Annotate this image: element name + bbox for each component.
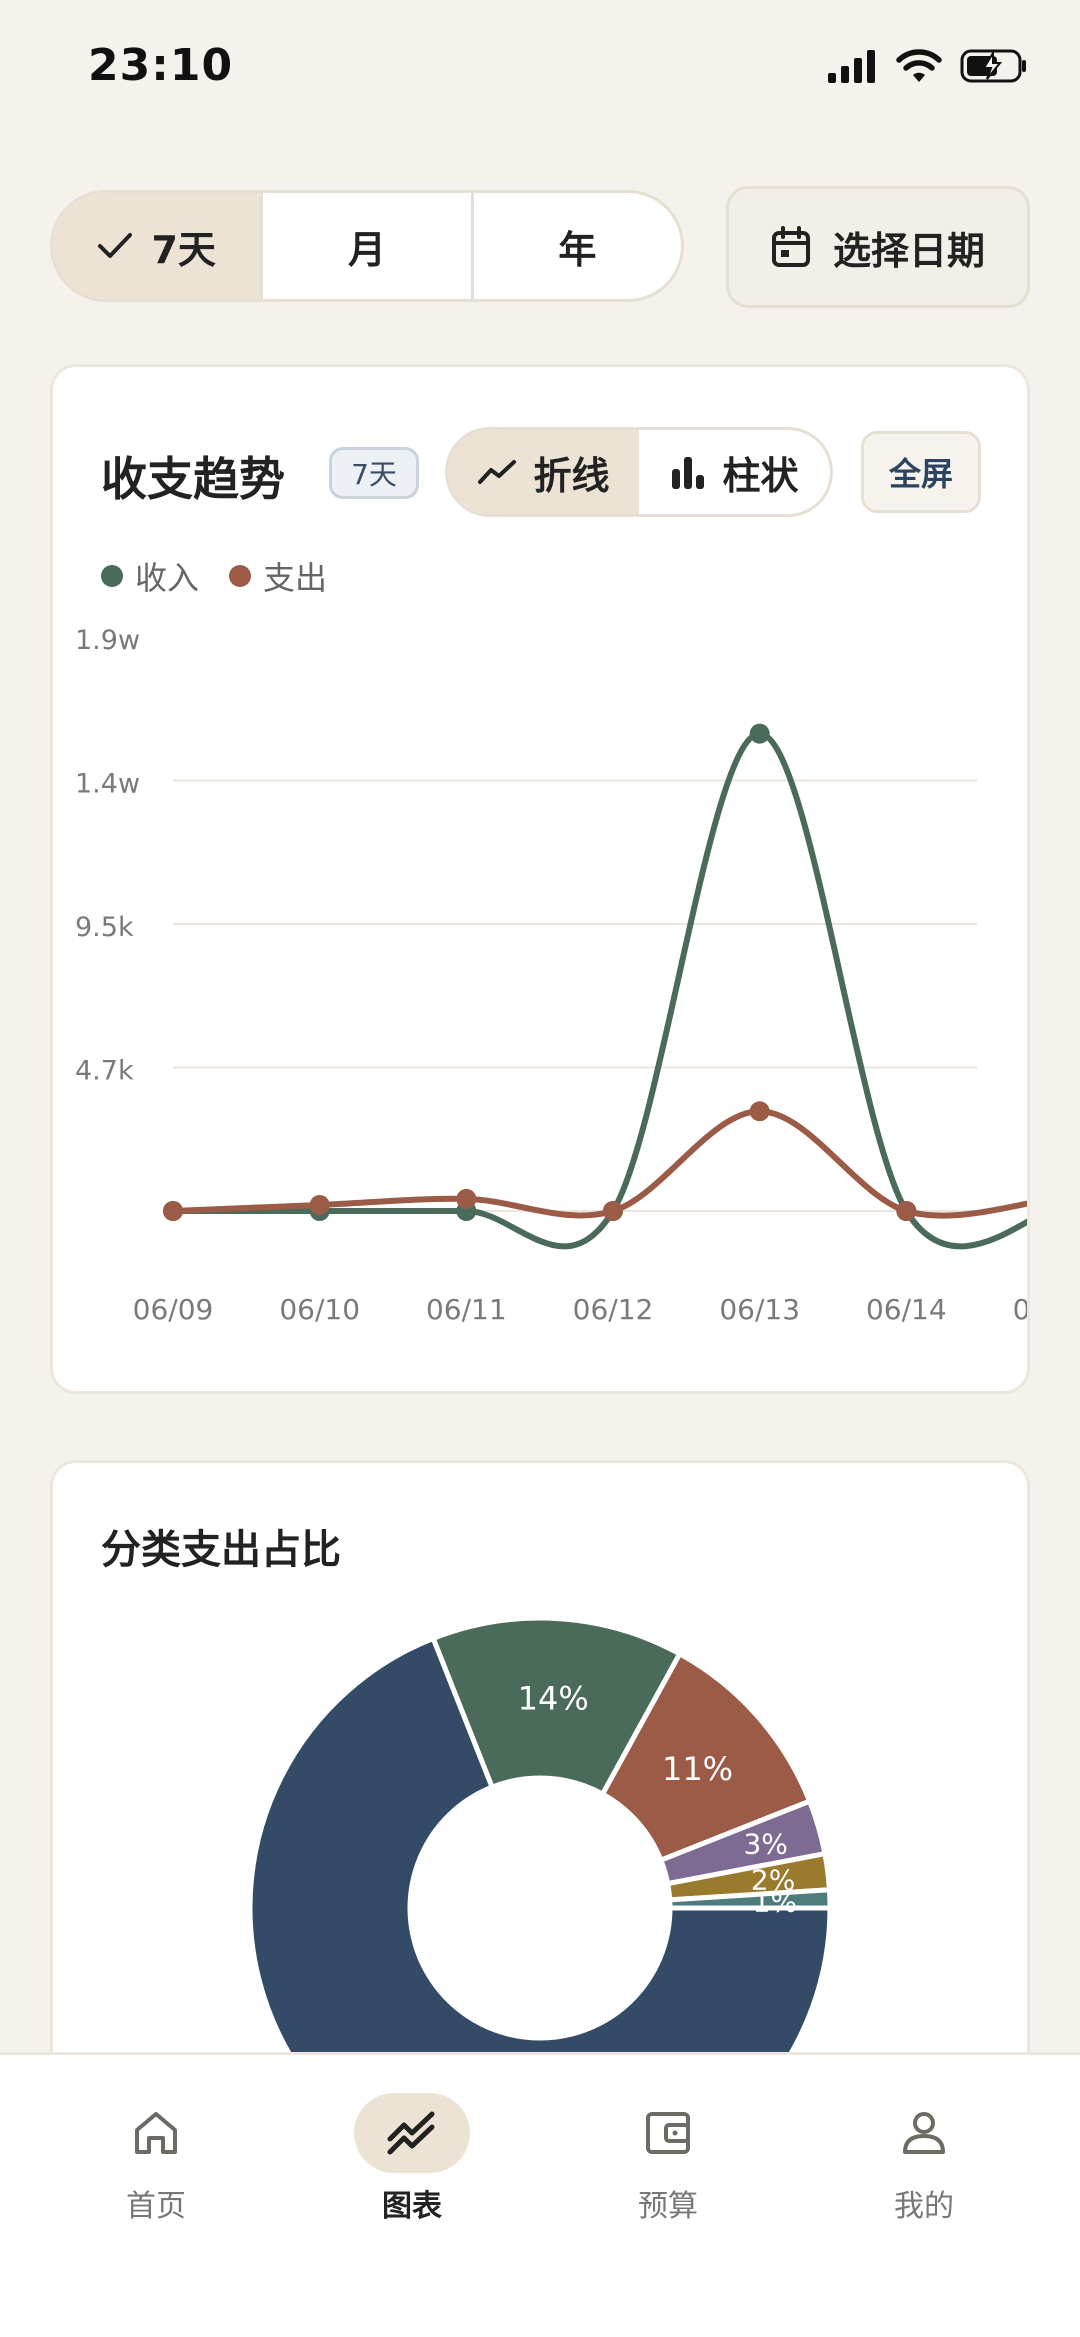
data-point[interactable]: [456, 1188, 477, 1209]
status-time: 23:10: [88, 40, 234, 91]
y-tick-label: 9.5k: [75, 912, 134, 943]
tab-home-label: 首页: [126, 2189, 186, 2224]
x-tick-label: 06/12: [573, 1293, 654, 1326]
tab-chart[interactable]: 图表: [312, 2093, 512, 2243]
tab-home[interactable]: 首页: [56, 2093, 256, 2243]
y-tick-label: 4.7k: [75, 1056, 134, 1087]
range-option-label: 年: [558, 227, 597, 272]
tab-home-icon-wrap: [98, 2093, 214, 2173]
data-point[interactable]: [603, 1201, 623, 1221]
tab-profile-icon-wrap: [866, 2093, 982, 2173]
series-line-0: [170, 730, 1027, 1250]
y-tick-label: 1.4w: [75, 769, 140, 800]
data-point[interactable]: [896, 1201, 917, 1221]
data-point[interactable]: [163, 1201, 183, 1221]
status-icons: [828, 48, 1028, 84]
wallet-icon: [646, 2112, 690, 2154]
tab-budget-label: 预算: [638, 2189, 698, 2224]
signal-icon: [828, 50, 875, 83]
tab-profile[interactable]: 我的: [824, 2093, 1024, 2243]
status-bar: 23:10: [0, 0, 1080, 140]
pie-slice-label: 11%: [662, 1750, 733, 1788]
data-point[interactable]: [749, 1101, 770, 1122]
user-icon: [903, 2112, 945, 2154]
pie-slice-label: 1%: [753, 1886, 797, 1919]
tab-profile-label: 我的: [894, 2189, 954, 2224]
chart-icon: [387, 2111, 435, 2155]
trend-line-chart: 1.9w 1.4w 9.5k 4.7k 06/09 06/10 06/11 06/12 06/1…: [75, 625, 1027, 1326]
range-option-month[interactable]: 月: [263, 193, 474, 299]
check-icon: [98, 233, 133, 258]
x-tick-label: 06/13: [719, 1293, 800, 1326]
wifi-icon: [896, 49, 942, 82]
range-option-7days[interactable]: 7天: [53, 193, 264, 299]
range-option-year[interactable]: 年: [474, 193, 681, 299]
x-tick-label: 06/09: [133, 1293, 214, 1326]
tab-budget[interactable]: 预算: [568, 2093, 768, 2243]
pie-slice-label: 3%: [743, 1827, 787, 1860]
battery-charging-icon: [960, 49, 1026, 83]
range-option-label: 月: [347, 227, 386, 272]
calendar-icon: [771, 226, 810, 267]
range-selector: 7天 月 年: [50, 190, 684, 302]
data-point[interactable]: [749, 723, 770, 744]
select-date-button[interactable]: 选择日期: [726, 186, 1030, 308]
x-tick-label: 06/10: [279, 1293, 360, 1326]
tab-chart-icon-wrap: [354, 2093, 470, 2173]
tab-budget-icon-wrap: [610, 2093, 726, 2173]
home-icon: [135, 2112, 177, 2154]
range-option-label: 7天: [151, 227, 216, 272]
trend-card: 收支趋势 7天 折线 柱状 全屏 收入 支出 1.9w 1.4w 9.5k 4.7k 0…: [50, 364, 1030, 1394]
bottom-tab-bar: 首页 图表 预算 我的: [0, 2052, 1080, 2337]
pie-slice-label: 14%: [518, 1679, 589, 1717]
x-tick-label: 06/11: [426, 1293, 507, 1326]
select-date-label: 选择日期: [832, 228, 985, 273]
x-tick-label: 06/14: [866, 1293, 947, 1326]
y-tick-label: 1.9w: [75, 625, 140, 656]
x-tick-label: 06/15: [1013, 1293, 1027, 1326]
tab-chart-label: 图表: [382, 2189, 442, 2224]
data-point[interactable]: [309, 1194, 330, 1215]
